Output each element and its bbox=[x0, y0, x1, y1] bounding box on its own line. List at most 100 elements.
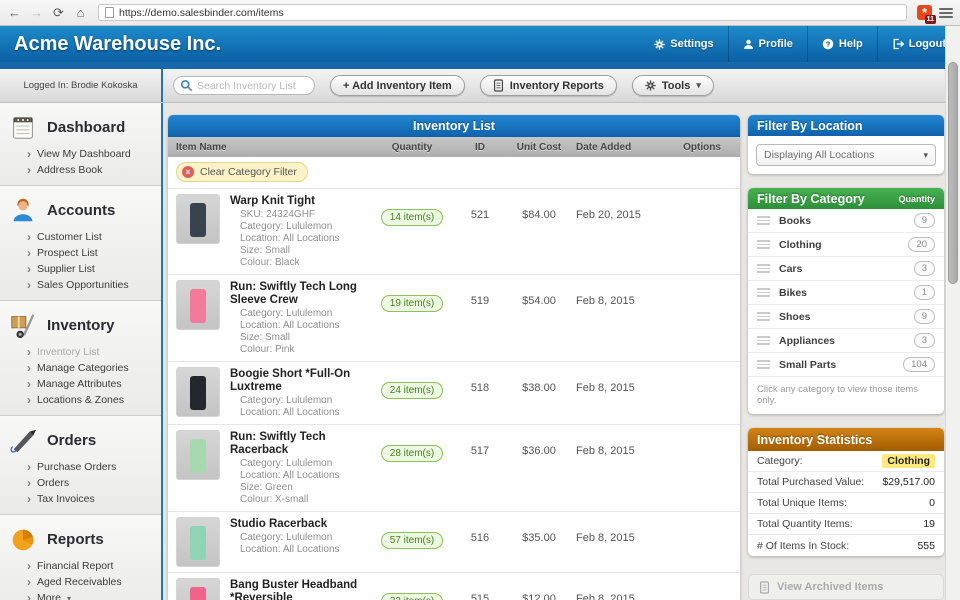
address-bar[interactable]: https://demo.salesbinder.com/items bbox=[98, 4, 907, 21]
category-row-small-parts[interactable]: Small Parts 104 bbox=[748, 353, 944, 377]
drag-handle-icon[interactable] bbox=[757, 312, 770, 321]
clear-category-filter-button[interactable]: × Clear Category Filter bbox=[176, 162, 308, 182]
refresh-icon[interactable]: ⟳ bbox=[51, 5, 66, 20]
item-detail: Colour: Black bbox=[230, 257, 366, 269]
stat-label: # Of Items In Stock: bbox=[757, 540, 849, 552]
stat-label: Category: bbox=[757, 455, 803, 467]
sidebar-item-manage-categories[interactable]: ›Manage Categories bbox=[0, 360, 161, 376]
sidebar-item-inventory-list[interactable]: ›Inventory List bbox=[0, 344, 161, 360]
quantity-column-label: Quantity bbox=[898, 194, 935, 204]
url-text: https://demo.salesbinder.com/items bbox=[119, 7, 284, 19]
col-date-added: Date Added bbox=[576, 142, 672, 153]
drag-handle-icon[interactable] bbox=[757, 240, 770, 249]
table-row[interactable]: Run: Swiftly Tech Long Sleeve Crew Categ… bbox=[168, 275, 740, 362]
category-row-bikes[interactable]: Bikes 1 bbox=[748, 281, 944, 305]
sidebar-item-view-my-dashboard[interactable]: ›View My Dashboard bbox=[0, 146, 161, 162]
inventory-reports-button[interactable]: Inventory Reports bbox=[480, 75, 617, 96]
drag-handle-icon[interactable] bbox=[757, 264, 770, 273]
search-input[interactable] bbox=[197, 80, 308, 92]
sidebar-item-orders[interactable]: ›Orders bbox=[0, 475, 161, 491]
category-row-cars[interactable]: Cars 3 bbox=[748, 257, 944, 281]
sidebar-item-customer-list[interactable]: ›Customer List bbox=[0, 229, 161, 245]
settings-label: Settings bbox=[670, 38, 713, 50]
category-name: Shoes bbox=[779, 311, 914, 323]
item-date-added: Feb 20, 2015 bbox=[576, 194, 672, 221]
item-unit-cost: $35.00 bbox=[502, 517, 576, 544]
item-name: Studio Racerback bbox=[230, 518, 366, 531]
sidebar-item-label: Tax Invoices bbox=[37, 493, 95, 505]
drag-handle-icon[interactable] bbox=[757, 216, 770, 225]
stat-value: 0 bbox=[929, 497, 935, 509]
table-row[interactable]: Bang Buster Headband *Reversible Categor… bbox=[168, 573, 740, 600]
item-id: 519 bbox=[458, 280, 502, 307]
item-id: 518 bbox=[458, 367, 502, 394]
stat-row-quantity-items: Total Quantity Items: 19 bbox=[748, 514, 944, 535]
sidebar-item-label: Financial Report bbox=[37, 560, 113, 572]
table-column-headers: Item Name Quantity ID Unit Cost Date Add… bbox=[168, 137, 740, 157]
window-scrollbar-track[interactable] bbox=[945, 26, 960, 600]
sidebar-item-financial-report[interactable]: ›Financial Report bbox=[0, 558, 161, 574]
window-scrollbar-thumb[interactable] bbox=[948, 62, 958, 284]
drag-handle-icon[interactable] bbox=[757, 336, 770, 345]
profile-link[interactable]: Profile bbox=[728, 26, 807, 62]
search-box[interactable] bbox=[173, 76, 315, 95]
sidebar-item-tax-invoices[interactable]: ›Tax Invoices bbox=[0, 491, 161, 507]
table-row[interactable]: Run: Swiftly Tech Racerback Category: Lu… bbox=[168, 425, 740, 512]
table-row[interactable]: Studio Racerback Category: Lululemon Loc… bbox=[168, 512, 740, 573]
category-row-shoes[interactable]: Shoes 9 bbox=[748, 305, 944, 329]
table-row[interactable]: Warp Knit Tight SKU: 24324GHF Category: … bbox=[168, 189, 740, 275]
sidebar-item-locations-zones[interactable]: ›Locations & Zones bbox=[0, 392, 161, 408]
report-document-icon bbox=[493, 79, 504, 92]
sidebar-item-more[interactable]: ›More▾ bbox=[0, 590, 161, 600]
category-row-books[interactable]: Books 9 bbox=[748, 209, 944, 233]
active-filter-row: × Clear Category Filter bbox=[168, 157, 740, 189]
category-name: Small Parts bbox=[779, 359, 903, 371]
sidebar-item-label: Manage Attributes bbox=[37, 378, 122, 390]
item-unit-cost: $84.00 bbox=[502, 194, 576, 221]
logout-icon bbox=[892, 38, 904, 50]
browser-menu-icon[interactable] bbox=[939, 8, 953, 18]
item-photo bbox=[176, 367, 220, 417]
home-icon[interactable]: ⌂ bbox=[73, 5, 88, 20]
sidebar-item-purchase-orders[interactable]: ›Purchase Orders bbox=[0, 459, 161, 475]
category-row-appliances[interactable]: Appliances 3 bbox=[748, 329, 944, 353]
extension-badge: 11 bbox=[925, 15, 936, 24]
category-name: Cars bbox=[779, 263, 914, 275]
sidebar-item-prospect-list[interactable]: ›Prospect List bbox=[0, 245, 161, 261]
item-detail: Colour: Pink bbox=[230, 344, 366, 356]
quantity-badge: 57 item(s) bbox=[381, 532, 443, 549]
drag-handle-icon[interactable] bbox=[757, 288, 770, 297]
chevron-right-icon: › bbox=[27, 264, 31, 274]
sidebar-item-supplier-list[interactable]: ›Supplier List bbox=[0, 261, 161, 277]
extension-icon[interactable]: * 11 bbox=[917, 5, 932, 20]
item-detail: Location: All Locations bbox=[230, 544, 366, 556]
item-detail: Category: Lululemon bbox=[230, 221, 366, 233]
chevron-right-icon: › bbox=[27, 363, 31, 373]
sidebar-item-sales-opportunities[interactable]: ›Sales Opportunities bbox=[0, 277, 161, 293]
sidebar-item-address-book[interactable]: ›Address Book bbox=[0, 162, 161, 178]
category-row-clothing[interactable]: Clothing 20 bbox=[748, 233, 944, 257]
help-icon: ? bbox=[822, 38, 834, 50]
item-options bbox=[672, 517, 732, 532]
view-archived-items-button[interactable]: View Archived Items bbox=[748, 574, 944, 600]
sidebar-item-manage-attributes[interactable]: ›Manage Attributes bbox=[0, 376, 161, 392]
item-detail: Size: Green bbox=[230, 482, 366, 494]
forward-icon[interactable]: → bbox=[29, 5, 44, 20]
location-select[interactable]: Displaying All Locations ▾ bbox=[756, 144, 936, 166]
stat-value: $29,517.00 bbox=[882, 476, 935, 488]
help-link[interactable]: ? Help bbox=[807, 26, 877, 62]
sidebar-item-label: More bbox=[37, 592, 61, 600]
settings-link[interactable]: Settings bbox=[640, 26, 727, 62]
back-icon[interactable]: ← bbox=[7, 5, 22, 20]
add-inventory-item-button[interactable]: + Add Inventory Item bbox=[330, 75, 465, 96]
chevron-right-icon: › bbox=[27, 347, 31, 357]
drag-handle-icon[interactable] bbox=[757, 360, 770, 369]
tools-button[interactable]: Tools ▾ bbox=[632, 75, 714, 96]
chevron-right-icon: › bbox=[27, 149, 31, 159]
stat-row-unique-items: Total Unique Items: 0 bbox=[748, 493, 944, 514]
item-detail: Location: All Locations bbox=[230, 470, 366, 482]
sidebar-item-aged-receivables[interactable]: ›Aged Receivables bbox=[0, 574, 161, 590]
table-row[interactable]: Boogie Short *Full-On Luxtreme Category:… bbox=[168, 362, 740, 425]
sidebar-section-orders: Orders ›Purchase Orders ›Orders ›Tax Inv… bbox=[0, 416, 161, 515]
search-icon bbox=[180, 79, 193, 92]
